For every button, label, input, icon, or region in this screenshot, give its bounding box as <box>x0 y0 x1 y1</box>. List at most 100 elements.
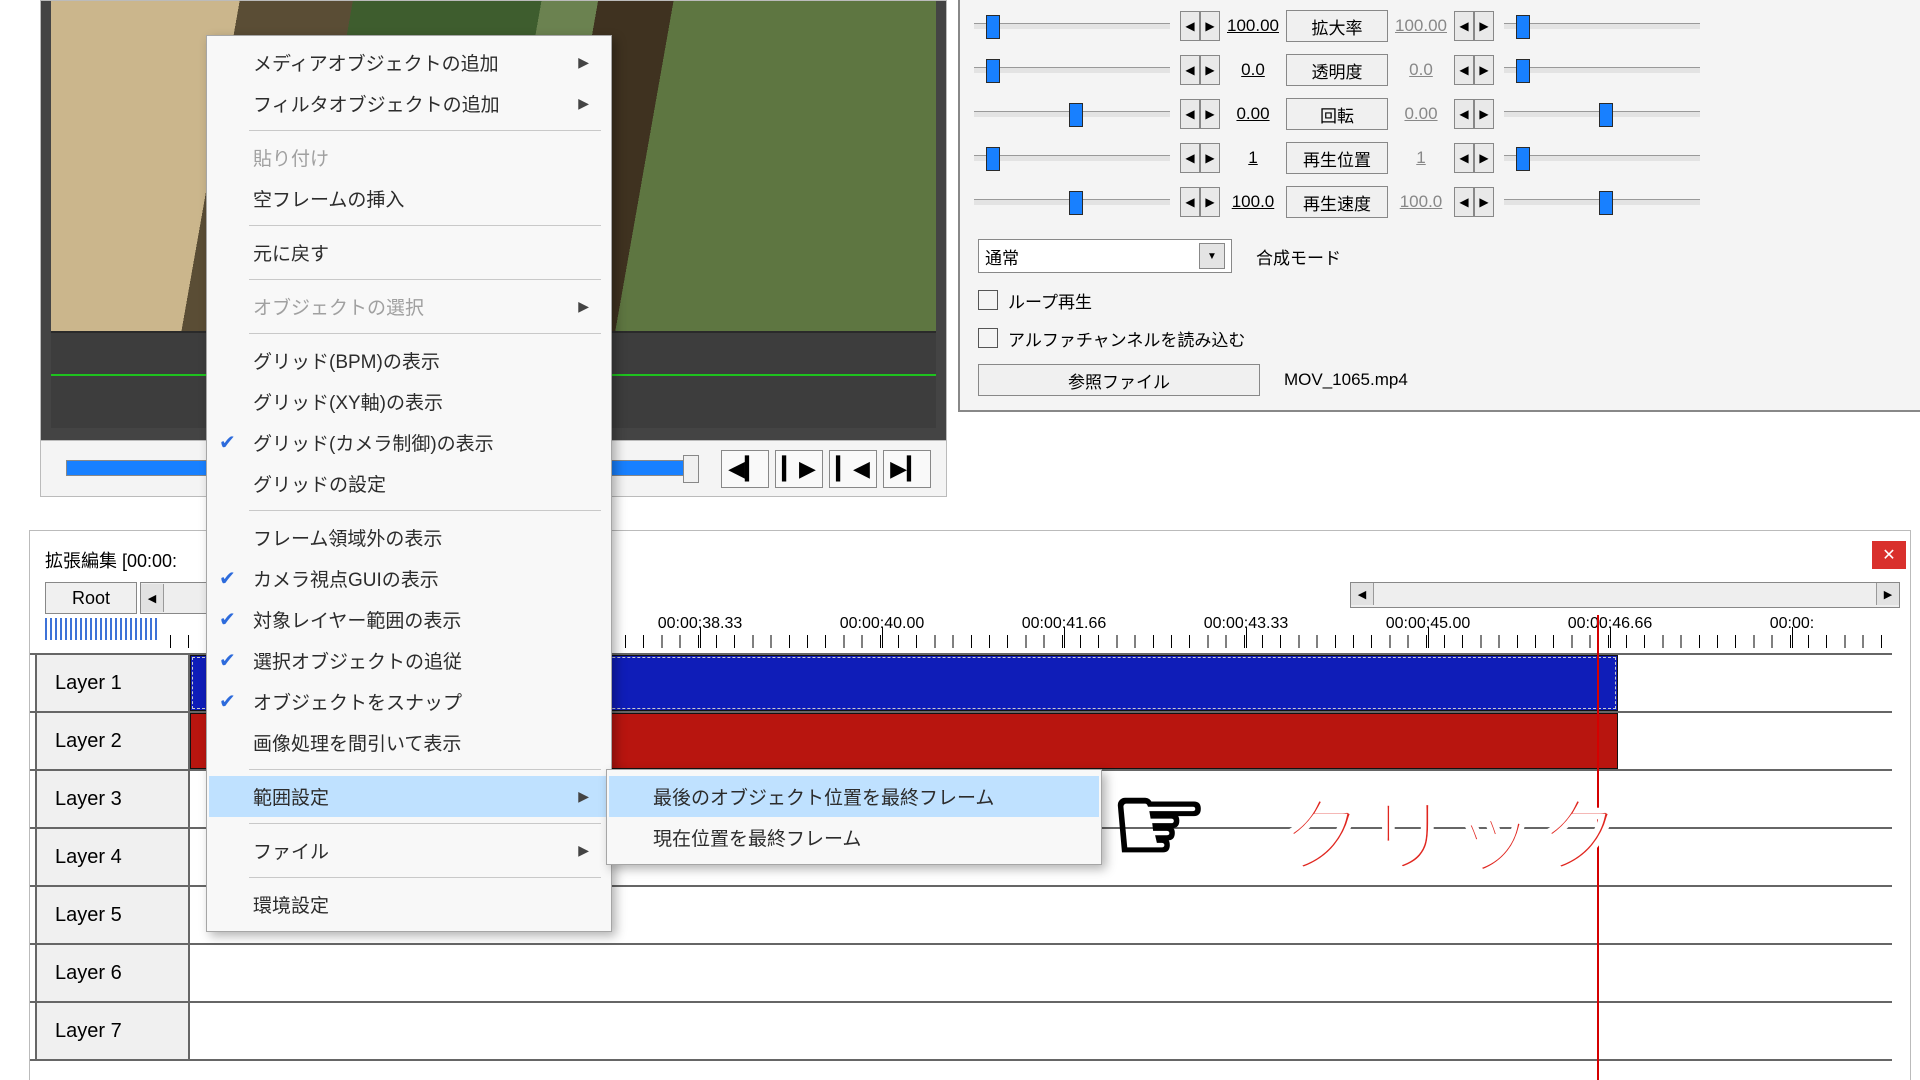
playback-button-1[interactable]: ▎▶ <box>775 450 823 488</box>
context-menu: メディアオブジェクトの追加▶フィルタオブジェクトの追加▶貼り付け空フレームの挿入… <box>206 35 612 932</box>
slider-rotate-left[interactable] <box>974 98 1170 130</box>
value-opacity-right[interactable]: 0.0 <box>1388 60 1454 80</box>
menu-item[interactable]: グリッドの設定 <box>209 463 609 504</box>
menu-item-label: メディアオブジェクトの追加 <box>253 49 499 76</box>
menu-item: 貼り付け <box>209 137 609 178</box>
zoom-indicator[interactable] <box>45 618 160 640</box>
root-button[interactable]: Root <box>45 582 137 614</box>
menu-item[interactable]: グリッド(XY軸)の表示 <box>209 381 609 422</box>
slider-opacity-right[interactable] <box>1504 54 1700 86</box>
layer-header[interactable]: Layer 4 <box>35 829 190 885</box>
layer-header[interactable]: Layer 2 <box>35 713 190 769</box>
spin-up-icon[interactable]: ▶ <box>1474 11 1494 41</box>
playback-button-3[interactable]: ▶▎ <box>883 450 931 488</box>
spin-down-icon[interactable]: ◀ <box>1180 11 1200 41</box>
pointing-hand-icon: ☞ <box>1110 760 1203 888</box>
menu-item-label: グリッド(カメラ制御)の表示 <box>253 429 494 456</box>
spin-down-icon[interactable]: ◀ <box>1454 143 1474 173</box>
property-label-playpos[interactable]: 再生位置 <box>1286 142 1388 174</box>
menu-item-label: オブジェクトをスナップ <box>253 688 462 715</box>
layer-track[interactable] <box>190 1003 1892 1059</box>
scrollbar-top[interactable]: ◀ ▶ <box>1350 582 1900 608</box>
property-label-zoom[interactable]: 拡大率 <box>1286 10 1388 42</box>
layer-header[interactable]: Layer 3 <box>35 771 190 827</box>
menu-item[interactable]: 画像処理を間引いて表示 <box>209 722 609 763</box>
menu-item[interactable]: 空フレームの挿入 <box>209 178 609 219</box>
loop-checkbox[interactable] <box>978 290 998 310</box>
value-rotate-right[interactable]: 0.00 <box>1388 104 1454 124</box>
spin-down-icon[interactable]: ◀ <box>1180 187 1200 217</box>
spin-up-icon[interactable]: ▶ <box>1200 99 1220 129</box>
spin-down-icon[interactable]: ◀ <box>1180 99 1200 129</box>
timecode-label: 00:00:38.33 <box>658 615 743 633</box>
alpha-checkbox[interactable] <box>978 328 998 348</box>
value-playpos-right[interactable]: 1 <box>1388 148 1454 168</box>
playback-button-0[interactable]: ◀▎ <box>721 450 769 488</box>
value-playpos-left[interactable]: 1 <box>1220 148 1286 168</box>
property-row-zoom: ◀▶100.00拡大率100.00◀▶ <box>960 4 1920 48</box>
chevron-right-icon: ▶ <box>578 788 589 805</box>
layer-row: Layer 6 <box>30 943 1892 1001</box>
menu-item[interactable]: ファイル▶ <box>209 830 609 871</box>
property-label-rotate[interactable]: 回転 <box>1286 98 1388 130</box>
menu-item[interactable]: フィルタオブジェクトの追加▶ <box>209 83 609 124</box>
check-icon: ✔ <box>219 648 236 673</box>
layer-header[interactable]: Layer 1 <box>35 655 190 711</box>
menu-item[interactable]: ✔グリッド(カメラ制御)の表示 <box>209 422 609 463</box>
spin-up-icon[interactable]: ▶ <box>1200 11 1220 41</box>
value-zoom-right[interactable]: 100.00 <box>1388 16 1454 36</box>
playback-button-2[interactable]: ▎◀ <box>829 450 877 488</box>
layer-header[interactable]: Layer 5 <box>35 887 190 943</box>
spin-up-icon[interactable]: ▶ <box>1200 55 1220 85</box>
value-zoom-left[interactable]: 100.00 <box>1220 16 1286 36</box>
slider-zoom-right[interactable] <box>1504 10 1700 42</box>
spin-down-icon[interactable]: ◀ <box>1454 11 1474 41</box>
reference-file-button[interactable]: 参照ファイル <box>978 364 1260 396</box>
slider-opacity-left[interactable] <box>974 54 1170 86</box>
spin-down-icon[interactable]: ◀ <box>1180 55 1200 85</box>
blend-mode-combo[interactable]: 通常 ▼ <box>978 239 1232 273</box>
slider-zoom-left[interactable] <box>974 10 1170 42</box>
property-label-opacity[interactable]: 透明度 <box>1286 54 1388 86</box>
check-icon: ✔ <box>219 689 236 714</box>
slider-speed-right[interactable] <box>1504 186 1700 218</box>
menu-item[interactable]: メディアオブジェクトの追加▶ <box>209 42 609 83</box>
menu-item[interactable]: 範囲設定 ▶ <box>209 776 609 817</box>
spin-up-icon[interactable]: ▶ <box>1200 143 1220 173</box>
value-speed-right[interactable]: 100.0 <box>1388 192 1454 212</box>
menu-item[interactable]: ✔ 選択オブジェクトの追従 <box>209 640 609 681</box>
spin-down-icon[interactable]: ◀ <box>1454 55 1474 85</box>
spin-down-icon[interactable]: ◀ <box>1180 143 1200 173</box>
spin-down-icon[interactable]: ◀ <box>1454 99 1474 129</box>
menu-item[interactable]: ✔カメラ視点GUIの表示 <box>209 558 609 599</box>
blend-mode-label: 合成モード <box>1256 244 1341 269</box>
menu-item[interactable]: ✔ オブジェクトをスナップ <box>209 681 609 722</box>
menu-item-label: 選択オブジェクトの追従 <box>253 647 462 674</box>
layer-header[interactable]: Layer 7 <box>35 1003 190 1059</box>
value-rotate-left[interactable]: 0.00 <box>1220 104 1286 124</box>
property-label-speed[interactable]: 再生速度 <box>1286 186 1388 218</box>
menu-item[interactable]: グリッド(BPM)の表示 <box>209 340 609 381</box>
value-opacity-left[interactable]: 0.0 <box>1220 60 1286 80</box>
spin-up-icon[interactable]: ▶ <box>1474 187 1494 217</box>
close-button[interactable]: ✕ <box>1872 541 1906 569</box>
spin-up-icon[interactable]: ▶ <box>1474 99 1494 129</box>
slider-speed-left[interactable] <box>974 186 1170 218</box>
submenu-item[interactable]: 現在位置を最終フレーム <box>609 817 1099 858</box>
menu-item[interactable]: 環境設定 <box>209 884 609 925</box>
slider-playpos-left[interactable] <box>974 142 1170 174</box>
spin-up-icon[interactable]: ▶ <box>1200 187 1220 217</box>
spin-down-icon[interactable]: ◀ <box>1454 187 1474 217</box>
spin-up-icon[interactable]: ▶ <box>1474 55 1494 85</box>
submenu-item[interactable]: 最後のオブジェクト位置を最終フレーム <box>609 776 1099 817</box>
layer-header[interactable]: Layer 6 <box>35 945 190 1001</box>
value-speed-left[interactable]: 100.0 <box>1220 192 1286 212</box>
menu-item-label: 範囲設定 <box>253 783 329 810</box>
menu-item[interactable]: フレーム領域外の表示 <box>209 517 609 558</box>
menu-item[interactable]: ✔対象レイヤー範囲の表示 <box>209 599 609 640</box>
spin-up-icon[interactable]: ▶ <box>1474 143 1494 173</box>
layer-track[interactable] <box>190 945 1892 1001</box>
menu-item[interactable]: 元に戻す <box>209 232 609 273</box>
slider-rotate-right[interactable] <box>1504 98 1700 130</box>
slider-playpos-right[interactable] <box>1504 142 1700 174</box>
